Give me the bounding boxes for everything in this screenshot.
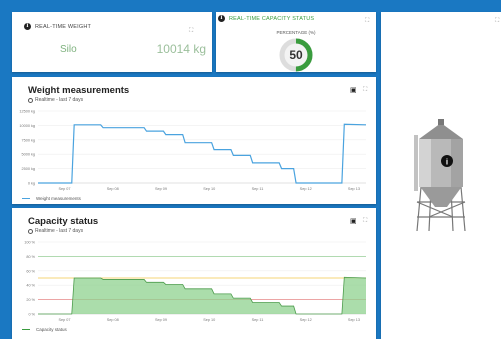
silo-location-label: Silo xyxy=(60,44,77,55)
y-tick-label: 0 kg xyxy=(28,182,35,186)
y-tick-label: 12500 kg xyxy=(19,110,35,114)
weight-legend-label: Weight measurements xyxy=(36,196,81,201)
y-tick-label: 5000 kg xyxy=(21,153,35,157)
x-tick-label: Sep 11 xyxy=(252,187,264,191)
y-tick-label: 80 % xyxy=(26,255,35,259)
realtime-weight-header: i REAL-TIME WEIGHT xyxy=(24,23,91,30)
capacity-header: i REAL-TIME CAPACITY STATUS xyxy=(218,15,314,22)
x-tick-label: Sep 11 xyxy=(252,318,264,322)
info-icon[interactable]: i xyxy=(24,23,31,30)
x-tick-label: Sep 10 xyxy=(203,187,215,191)
x-tick-label: Sep 12 xyxy=(300,318,312,322)
x-tick-label: Sep 09 xyxy=(155,187,167,191)
x-tick-label: Sep 13 xyxy=(348,187,360,191)
download-icon[interactable]: ▣ xyxy=(350,86,357,94)
series-area xyxy=(38,277,366,314)
expand-icon[interactable]: ⛶ xyxy=(189,28,195,34)
x-tick-label: Sep 12 xyxy=(300,187,312,191)
silo-image-card: ⛶ i xyxy=(381,12,501,339)
weight-chart-title: Weight measurements xyxy=(28,85,130,96)
y-tick-label: 20 % xyxy=(26,298,35,302)
legend-swatch xyxy=(22,197,30,200)
expand-icon[interactable]: ⛶ xyxy=(363,218,369,224)
capacity-gauge: 50 xyxy=(279,38,313,72)
expand-icon[interactable]: ⛶ xyxy=(495,18,501,24)
x-tick-label: Sep 08 xyxy=(107,318,119,322)
legend-swatch xyxy=(22,328,30,331)
capacity-chart-card: Capacity status Realtime - last 7 days ▣… xyxy=(12,208,376,339)
clock-icon xyxy=(28,228,33,234)
download-icon[interactable]: ▣ xyxy=(350,217,357,225)
realtime-weight-card: i REAL-TIME WEIGHT ⛶ Silo 10014 kg xyxy=(12,12,212,72)
svg-text:i: i xyxy=(446,158,448,167)
silo-image: i xyxy=(414,119,466,232)
capacity-chart-subtitle-row: Realtime - last 7 days xyxy=(28,228,83,234)
weight-chart-subtitle-row: Realtime - last 7 days xyxy=(28,97,83,103)
capacity-chart-subtitle: Realtime - last 7 days xyxy=(35,228,84,234)
info-icon[interactable]: i xyxy=(218,15,225,22)
y-tick-label: 100 % xyxy=(24,241,35,245)
clock-icon xyxy=(28,97,33,103)
weight-chart-subtitle: Realtime - last 7 days xyxy=(35,97,84,103)
y-tick-label: 7500 kg xyxy=(21,138,35,142)
capacity-legend[interactable]: Capacity status xyxy=(22,327,67,332)
capacity-chart-title: Capacity status xyxy=(28,216,99,227)
y-tick-label: 40 % xyxy=(26,284,35,288)
weight-value: 10014 kg xyxy=(156,42,206,56)
x-tick-label: Sep 10 xyxy=(203,318,215,322)
x-tick-label: Sep 07 xyxy=(59,318,71,322)
capacity-value: 50 xyxy=(289,48,303,62)
x-tick-label: Sep 13 xyxy=(348,318,360,322)
y-tick-label: 0 % xyxy=(28,313,35,317)
expand-icon[interactable]: ⛶ xyxy=(365,18,371,24)
weight-chart: 0 kg 2500 kg 5000 kg 7500 kg 10000 kg 12500 k… xyxy=(19,110,367,191)
x-tick-label: Sep 09 xyxy=(155,318,167,322)
realtime-capacity-card: i REAL-TIME CAPACITY STATUS ⛶ PERCENTAGE… xyxy=(216,12,376,72)
series-line xyxy=(38,123,367,184)
y-tick-label: 10000 kg xyxy=(19,124,35,128)
weight-chart-card: Weight measurements Realtime - last 7 da… xyxy=(12,77,376,204)
capacity-subtitle: PERCENTAGE (%) xyxy=(276,30,316,35)
expand-icon[interactable]: ⛶ xyxy=(363,87,369,93)
capacity-legend-label: Capacity status xyxy=(36,327,67,332)
capacity-chart: 0 % 20 % 40 % 60 % 80 % 100 % Sep 07 Sep 08 Sep … xyxy=(24,241,367,322)
weight-legend[interactable]: Weight measurements xyxy=(22,196,81,201)
capacity-title: REAL-TIME CAPACITY STATUS xyxy=(229,15,315,22)
x-tick-label: Sep 07 xyxy=(59,187,71,191)
x-tick-label: Sep 08 xyxy=(107,187,119,191)
realtime-weight-title: REAL-TIME WEIGHT xyxy=(35,23,92,30)
y-tick-label: 2500 kg xyxy=(21,167,35,171)
y-tick-label: 60 % xyxy=(26,269,35,273)
